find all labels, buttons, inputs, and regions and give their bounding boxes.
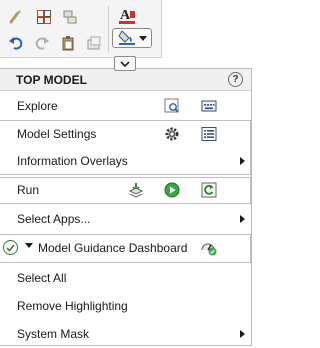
brush-icon[interactable] bbox=[6, 8, 26, 26]
collapse-toggle-button[interactable] bbox=[114, 56, 136, 71]
menu-item-label: Information Overlays bbox=[17, 154, 128, 168]
context-menu: TOP MODEL ? Explore Model Settings Infor… bbox=[0, 68, 252, 346]
menu-item-system-mask[interactable]: System Mask bbox=[0, 321, 251, 347]
menu-item-label: Select All bbox=[17, 271, 67, 285]
menu-item-remove-highlighting[interactable]: Remove Highlighting bbox=[0, 293, 251, 319]
help-icon: ? bbox=[232, 74, 239, 85]
menu-header: TOP MODEL ? bbox=[0, 69, 251, 91]
chevron-down-icon bbox=[120, 57, 130, 71]
expand-arrow-icon[interactable] bbox=[25, 243, 33, 248]
menu-item-label: Run bbox=[17, 183, 40, 197]
menu-item-information-overlays[interactable]: Information Overlays bbox=[0, 148, 251, 174]
menu-item-label: Model Guidance Dashboard bbox=[38, 241, 188, 255]
dashboard-icon[interactable] bbox=[201, 240, 217, 256]
chevron-down-icon bbox=[138, 31, 147, 45]
redo-icon[interactable] bbox=[32, 34, 52, 52]
menu-item-select-all[interactable]: Select All bbox=[0, 265, 251, 291]
menu-item-run[interactable]: Run bbox=[0, 177, 251, 203]
menu-item-label: System Mask bbox=[17, 327, 90, 341]
run-icon[interactable] bbox=[164, 182, 180, 198]
svg-text:A: A bbox=[120, 8, 131, 23]
text-color-button[interactable]: A bbox=[116, 6, 140, 26]
format-toolbar: A bbox=[0, 0, 162, 58]
menu-item-select-apps[interactable]: Select Apps... bbox=[0, 206, 251, 232]
fill-color-button[interactable] bbox=[112, 28, 152, 48]
submenu-arrow-icon bbox=[240, 215, 245, 223]
refresh-icon[interactable] bbox=[201, 182, 217, 198]
menu-item-label: Explore bbox=[17, 99, 58, 113]
menu-item-label: Remove Highlighting bbox=[17, 299, 128, 313]
check-icon bbox=[3, 240, 18, 255]
menu-item-label: Select Apps... bbox=[17, 212, 91, 226]
step-icon[interactable] bbox=[128, 182, 144, 198]
text-color-icon: A bbox=[118, 6, 138, 27]
grid-select-icon[interactable] bbox=[34, 8, 54, 26]
menu-item-model-settings[interactable]: Model Settings bbox=[0, 121, 251, 147]
menu-item-explore[interactable]: Explore bbox=[0, 93, 251, 119]
list-icon[interactable] bbox=[201, 126, 217, 142]
paste-icon[interactable] bbox=[58, 34, 78, 52]
toolbar-separator bbox=[108, 6, 109, 52]
fill-color-icon bbox=[117, 29, 136, 48]
submenu-arrow-icon bbox=[240, 330, 245, 338]
undo-icon[interactable] bbox=[6, 34, 26, 52]
gear-icon[interactable] bbox=[164, 126, 180, 142]
submenu-arrow-icon bbox=[240, 157, 245, 165]
clipboard-icon[interactable] bbox=[84, 34, 104, 52]
zoom-fit-icon[interactable] bbox=[164, 98, 180, 114]
keyboard-icon[interactable] bbox=[201, 98, 217, 114]
help-button[interactable]: ? bbox=[228, 72, 243, 87]
copy-format-icon[interactable] bbox=[60, 8, 80, 26]
menu-item-model-guidance-dashboard[interactable]: Model Guidance Dashboard bbox=[0, 235, 251, 261]
menu-title: TOP MODEL bbox=[16, 73, 87, 87]
menu-item-label: Model Settings bbox=[17, 127, 97, 141]
